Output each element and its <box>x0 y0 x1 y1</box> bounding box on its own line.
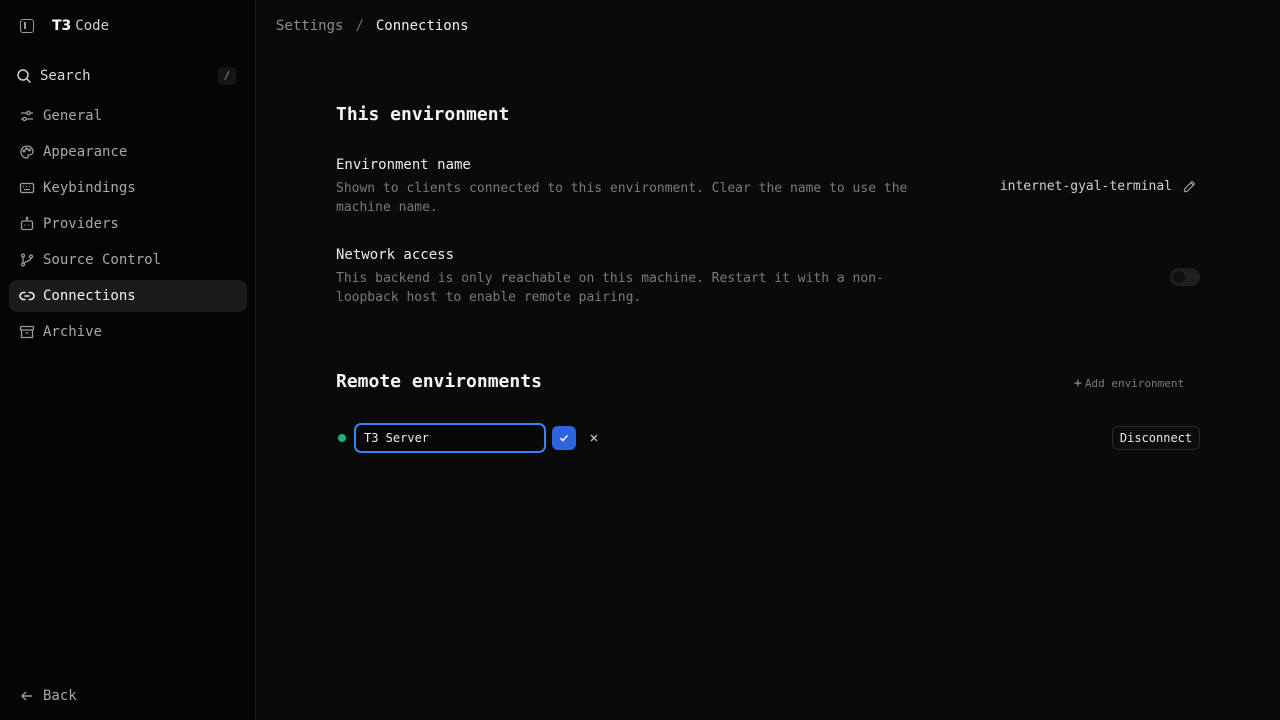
palette-icon <box>20 145 34 159</box>
search-icon <box>17 69 32 84</box>
add-environment-label: Add environment <box>1084 376 1185 390</box>
breadcrumb-settings[interactable]: Settings <box>276 18 343 34</box>
sliders-icon <box>21 110 33 122</box>
close-icon <box>590 434 598 442</box>
git-branch-icon <box>20 253 34 267</box>
bot-icon <box>20 216 34 231</box>
this-environment-title: This environment <box>336 104 510 125</box>
keyboard-icon <box>19 182 35 194</box>
sidebar-item-keybindings[interactable]: Keybindings <box>9 172 247 204</box>
back-button[interactable]: Back <box>20 684 77 708</box>
sidebar: T3 Code Search / General Appearance Keyb… <box>0 0 256 720</box>
confirm-rename-button[interactable] <box>552 426 576 450</box>
network-access-title: Network access <box>336 247 455 263</box>
toggle-knob <box>1173 271 1185 283</box>
network-access-description: This backend is only reachable on this m… <box>336 271 884 305</box>
search-button[interactable]: Search / <box>8 64 240 88</box>
breadcrumb-current: Connections <box>375 18 469 34</box>
pencil-icon[interactable] <box>1183 180 1196 193</box>
sidebar-item-archive[interactable]: Archive <box>9 316 247 348</box>
environment-name-input[interactable] <box>354 423 546 453</box>
sidebar-item-label: Providers <box>43 216 119 232</box>
environment-name-title: Environment name <box>336 157 471 173</box>
sidebar-toggle-icon[interactable] <box>20 19 34 33</box>
brand: T3 Code <box>20 14 109 38</box>
sidebar-item-appearance[interactable]: Appearance <box>9 136 247 168</box>
disconnect-button[interactable]: Disconnect <box>1112 426 1200 450</box>
archive-icon <box>19 325 35 339</box>
status-dot <box>338 434 346 442</box>
sidebar-item-label: Source Control <box>43 252 162 268</box>
sidebar-item-label: Keybindings <box>43 180 136 196</box>
breadcrumb-separator: / <box>355 18 364 34</box>
settings-nav: General Appearance Keybindings Providers… <box>9 100 247 352</box>
brand-name: Code <box>75 18 110 34</box>
sidebar-item-connections[interactable]: Connections <box>9 280 247 312</box>
link-icon <box>19 291 35 301</box>
cancel-rename-button[interactable] <box>586 430 602 446</box>
back-label: Back <box>43 688 77 704</box>
sidebar-item-label: Archive <box>43 324 103 340</box>
brand-logo: T3 <box>52 18 72 34</box>
plus-icon: + <box>1074 375 1082 391</box>
sidebar-item-general[interactable]: General <box>9 100 247 132</box>
sidebar-item-label: Appearance <box>43 144 128 160</box>
breadcrumb: Settings / Connections <box>276 14 469 38</box>
arrow-left-icon <box>21 691 32 701</box>
network-access-toggle[interactable] <box>1170 268 1200 286</box>
sidebar-item-label: Connections <box>43 288 136 304</box>
sidebar-item-source-control[interactable]: Source Control <box>9 244 247 276</box>
environment-name-value[interactable]: internet-gyal-terminal <box>1000 176 1172 196</box>
check-icon <box>559 434 569 442</box>
sidebar-item-providers[interactable]: Providers <box>9 208 247 240</box>
environment-name-description: Shown to clients connected to this envir… <box>336 181 908 215</box>
search-label: Search <box>40 68 91 84</box>
sidebar-item-label: General <box>43 108 103 124</box>
search-shortcut: / <box>218 67 236 85</box>
add-environment-button[interactable]: + Add environment <box>1074 374 1184 392</box>
remote-environments-title: Remote environments <box>336 371 542 392</box>
